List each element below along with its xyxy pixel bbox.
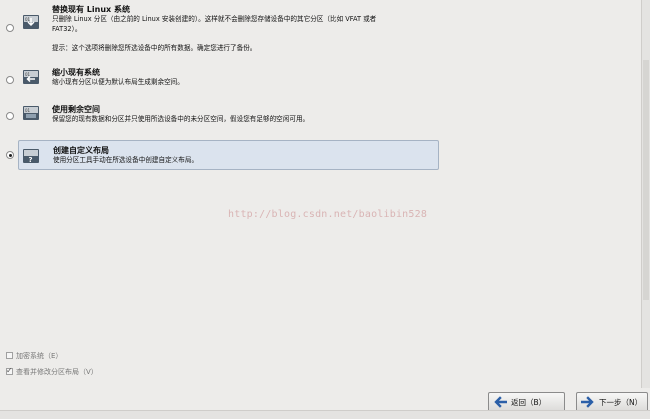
radio-use-free-space[interactable] bbox=[6, 112, 14, 120]
svg-text:01: 01 bbox=[25, 17, 31, 22]
option-replace-linux[interactable]: 01 替换现有 Linux 系统 只删除 Linux 分区（由之前的 Linux… bbox=[0, 0, 440, 60]
next-button-label: 下一步（N） bbox=[599, 397, 643, 407]
disk-replace-icon: 01 bbox=[23, 15, 39, 29]
next-button[interactable]: 下一步（N） bbox=[576, 392, 648, 412]
vertical-scrollbar[interactable] bbox=[641, 0, 650, 388]
option-desc: 使用分区工具手动在所选设备中创建自定义布局。 bbox=[53, 156, 199, 164]
arrow-left-icon bbox=[494, 396, 507, 408]
disk-shrink-icon: 01 bbox=[23, 70, 39, 84]
radio-replace-linux[interactable] bbox=[6, 24, 14, 32]
disk-custom-icon: ? bbox=[23, 149, 39, 164]
svg-text:01: 01 bbox=[25, 108, 31, 113]
watermark-text: http://blog.csdn.net/baolibin528 bbox=[228, 209, 428, 220]
checkbox-box[interactable] bbox=[6, 352, 13, 359]
option-desc: 只删除 Linux 分区（由之前的 Linux 安装创建的）。这样就不会删除您存… bbox=[52, 15, 377, 23]
checkbox-encrypt-system[interactable]: 加密系统（E） bbox=[6, 351, 62, 361]
checkbox-label: 加密系统（E） bbox=[16, 352, 63, 360]
svg-text:?: ? bbox=[29, 156, 33, 164]
arrow-right-icon bbox=[581, 396, 594, 408]
back-button[interactable]: 返回（B） bbox=[488, 392, 565, 412]
option-desc: 保留您的现有数据和分区并只使用所选设备中的未分区空间，假设您有足够的空闲可用。 bbox=[52, 115, 310, 123]
radio-shrink-system[interactable] bbox=[6, 76, 14, 84]
option-desc: 缩小现有分区以便为默认布局生成剩余空间。 bbox=[52, 78, 184, 86]
checkbox-review-layout[interactable]: 查看并修改分区布局（V） bbox=[6, 366, 98, 377]
disk-free-space-icon: 01 bbox=[23, 106, 39, 120]
option-desc: FAT32）。 bbox=[52, 25, 82, 33]
back-button-label: 返回（B） bbox=[511, 397, 547, 407]
checkbox-box[interactable] bbox=[6, 366, 13, 375]
scrollbar-thumb[interactable] bbox=[643, 60, 649, 300]
checkbox-label: 查看并修改分区布局（V） bbox=[16, 368, 98, 376]
radio-custom-layout[interactable] bbox=[6, 151, 14, 159]
option-custom-layout[interactable]: ? 创建自定义布局 使用分区工具手动在所选设备中创建自定义布局。 bbox=[18, 140, 439, 170]
option-note: 提示：这个选项将删除您所选设备中的所有数据。确定您进行了备份。 bbox=[52, 44, 257, 52]
option-shrink-system[interactable]: 01 缩小现有系统 缩小现有分区以便为默认布局生成剩余空间。 bbox=[0, 64, 440, 96]
option-use-free-space[interactable]: 01 使用剩余空间 保留您的现有数据和分区并只使用所选设备中的未分区空间，假设您… bbox=[0, 101, 440, 133]
